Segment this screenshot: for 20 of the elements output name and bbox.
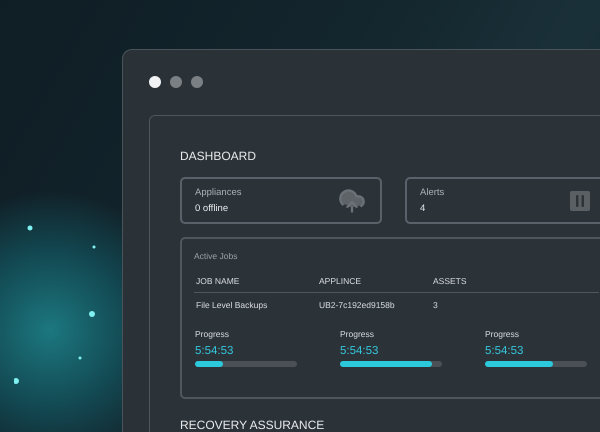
progress-label: Progress <box>485 329 520 339</box>
progress-label: Progress <box>195 329 230 339</box>
progress-time: 5:54:53 <box>195 344 234 358</box>
card-label: Appliances <box>195 187 242 198</box>
column-header: ASSETS <box>433 276 468 286</box>
dashboard-title: DASHBOARD <box>180 148 258 164</box>
progress-time: 5:54:53 <box>340 344 380 358</box>
card-value: 0 offline <box>195 203 230 214</box>
column-header: APPLINCE <box>319 276 362 286</box>
table-cell-text: 3 <box>433 300 439 310</box>
cloud-upload-icon <box>338 186 366 214</box>
section-title: RECOVERY ASSURANCE <box>180 417 326 432</box>
table-cell-text: UB2-7c192ed9158b <box>319 300 396 310</box>
progress-label: Progress <box>340 329 376 339</box>
column-header: JOB NAME <box>196 276 240 286</box>
card-title: Active Jobs <box>194 251 238 261</box>
progress-time: 5:54:53 <box>485 344 524 358</box>
card-value: 4 <box>420 203 426 214</box>
table-cell-text: File Level Backups <box>196 300 268 310</box>
card-label: Alerts <box>420 187 444 198</box>
